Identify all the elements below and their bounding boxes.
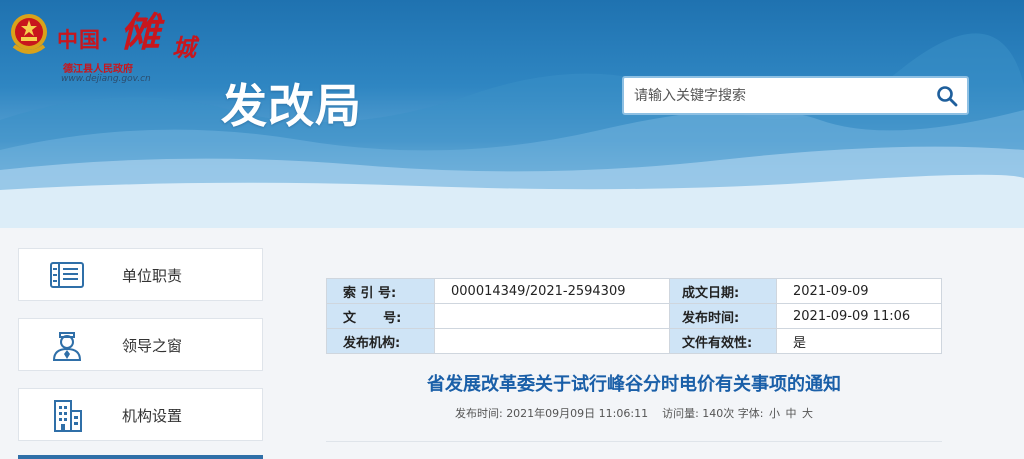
page-title: 发改局	[221, 79, 362, 133]
sidebar-item-leaders[interactable]: 领导之窗	[18, 318, 263, 371]
meta-date-label: 成文日期:	[669, 278, 777, 304]
meta-org-label: 发布机构:	[326, 328, 435, 354]
search-box	[622, 76, 969, 115]
article-title: 省发展改革委关于试行峰谷分时电价有关事项的通知	[427, 374, 841, 395]
meta-index-label: 索 引 号:	[326, 278, 435, 304]
logo-subtitle: 德江县人民政府	[63, 64, 133, 75]
meta-valid-label: 文件有效性:	[669, 328, 777, 354]
divider	[326, 441, 942, 442]
meta-docno-label: 文 号:	[326, 303, 435, 329]
pub-label: 发布时间:	[454, 407, 503, 420]
meta-valid-value: 是	[776, 328, 942, 354]
table-row: 索 引 号: 000014349/2021-2594309 成文日期: 2021…	[326, 278, 942, 304]
national-emblem-icon	[11, 14, 47, 54]
sidebar-item-label: 机构设置	[122, 407, 183, 425]
sidebar-item-organization[interactable]: 机构设置	[18, 388, 263, 441]
article-info: 发布时间: 2021年09月09日 11:06:11 访问量: 140次 字体:…	[326, 405, 942, 421]
document-meta-table: 索 引 号: 000014349/2021-2594309 成文日期: 2021…	[326, 278, 942, 354]
table-row: 发布机构: 文件有效性: 是	[326, 328, 942, 354]
visits-value: 140次	[702, 407, 735, 420]
font-size-small-button[interactable]: 小	[769, 407, 780, 420]
table-row: 文 号: 发布时间: 2021-09-09 11:06	[326, 303, 942, 329]
sidebar-item-label: 领导之窗	[122, 337, 183, 355]
person-icon	[52, 332, 82, 361]
logo-prefix: 中国·	[57, 27, 110, 52]
building-icon	[54, 400, 82, 432]
sidebar-item-label: 单位职责	[122, 267, 183, 285]
search-input[interactable]	[634, 86, 924, 106]
font-size-label: 字体:	[737, 407, 764, 420]
meta-pubtime-value: 2021-09-09 11:06	[776, 303, 942, 329]
meta-docno-value	[434, 303, 670, 329]
meta-org-value	[434, 328, 670, 354]
search-icon[interactable]	[935, 84, 959, 108]
meta-date-value: 2021-09-09	[776, 278, 942, 304]
document-list-icon	[50, 262, 84, 288]
logo-main-char: 傩	[120, 9, 160, 56]
meta-index-value: 000014349/2021-2594309	[434, 278, 670, 304]
logo-url[interactable]: www.dejiang.gov.cn	[61, 74, 151, 84]
site-header: 中国· 傩 城 德江县人民政府 www.dejiang.gov.cn 发改局	[0, 0, 1024, 228]
pub-value: 2021年09月09日 11:06:11	[506, 407, 649, 420]
logo-suffix: 城	[172, 33, 196, 62]
sidebar-item-duties[interactable]: 单位职责	[18, 248, 263, 301]
meta-pubtime-label: 发布时间:	[669, 303, 777, 329]
font-size-medium-button[interactable]: 中	[786, 407, 797, 420]
font-size-large-button[interactable]: 大	[802, 407, 813, 420]
visits-label: 访问量:	[662, 407, 699, 420]
sidebar-next-item-edge	[18, 455, 263, 459]
